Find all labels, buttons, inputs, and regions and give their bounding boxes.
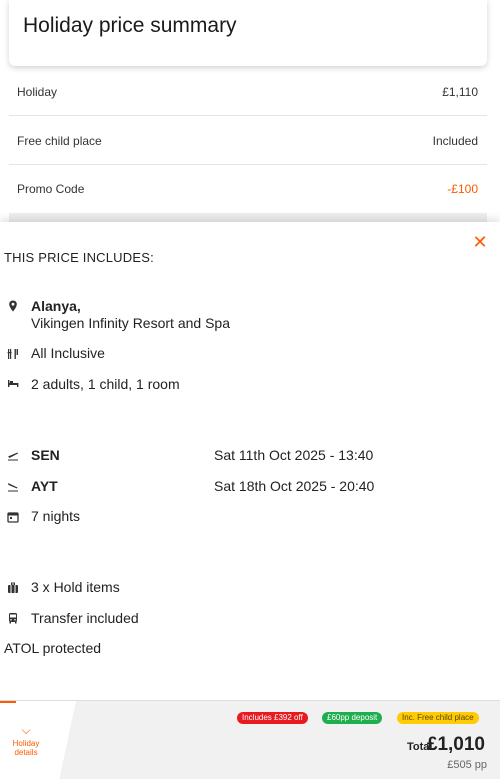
page-title: Holiday price summary <box>23 14 237 37</box>
price-label: Holiday <box>17 85 58 99</box>
tab-marker <box>0 701 16 703</box>
holiday-details-label: Holiday details <box>12 739 40 757</box>
savings-badge: Includes £392 off <box>237 712 308 724</box>
plane-departure-icon <box>8 452 18 461</box>
hotel-name: Vikingen Infinity Resort and Spa <box>31 315 230 331</box>
room-text: 2 adults, 1 child, 1 room <box>31 376 180 392</box>
transfer-text: Transfer included <box>31 610 139 626</box>
luggage-text: 3 x Hold items <box>31 579 120 595</box>
nights-text: 7 nights <box>31 508 81 524</box>
price-row-free-child: Free child place Included <box>9 116 487 165</box>
bus-icon <box>9 613 17 624</box>
calendar-icon <box>7 512 19 523</box>
outbound-airport: SEN <box>31 447 60 463</box>
price-value: -£100 <box>447 182 478 196</box>
includes-sheet: ✕ THIS PRICE INCLUDES: Alanya, Vikingen … <box>0 222 500 700</box>
map-pin-icon <box>9 300 17 312</box>
includes-heading: THIS PRICE INCLUDES: <box>4 250 154 265</box>
board-text: All Inclusive <box>31 345 105 361</box>
atol-text: ATOL protected <box>4 640 102 656</box>
deposit-badge: £60pp deposit <box>322 712 383 724</box>
price-value: £1,110 <box>442 85 478 99</box>
bed-icon <box>8 380 19 387</box>
chevron-down-icon: ⌵ <box>21 723 31 737</box>
free-child-badge: Inc. Free child place <box>397 712 479 724</box>
price-label: Promo Code <box>17 182 85 196</box>
summary-header: Holiday price summary <box>9 0 487 66</box>
price-label: Free child place <box>17 134 102 148</box>
location-city: Alanya, <box>31 298 81 314</box>
inbound-airport: AYT <box>31 478 58 494</box>
close-icon[interactable]: ✕ <box>472 233 488 251</box>
outbound-datetime: Sat 11th Oct 2025 - 13:40 <box>214 447 374 463</box>
holiday-details-toggle[interactable]: ⌵ Holiday details <box>0 701 76 779</box>
plane-arrival-icon <box>8 483 18 492</box>
price-row-holiday: Holiday £1,110 <box>9 67 487 116</box>
luggage-icon <box>8 582 18 593</box>
per-person-price: £505 pp <box>447 759 487 771</box>
cutlery-icon <box>7 349 18 359</box>
price-value: Included <box>432 134 478 148</box>
inbound-datetime: Sat 18th Oct 2025 - 20:40 <box>214 478 375 494</box>
total-price: £1,010 <box>426 734 485 755</box>
price-row-promo: Promo Code -£100 <box>9 164 487 212</box>
